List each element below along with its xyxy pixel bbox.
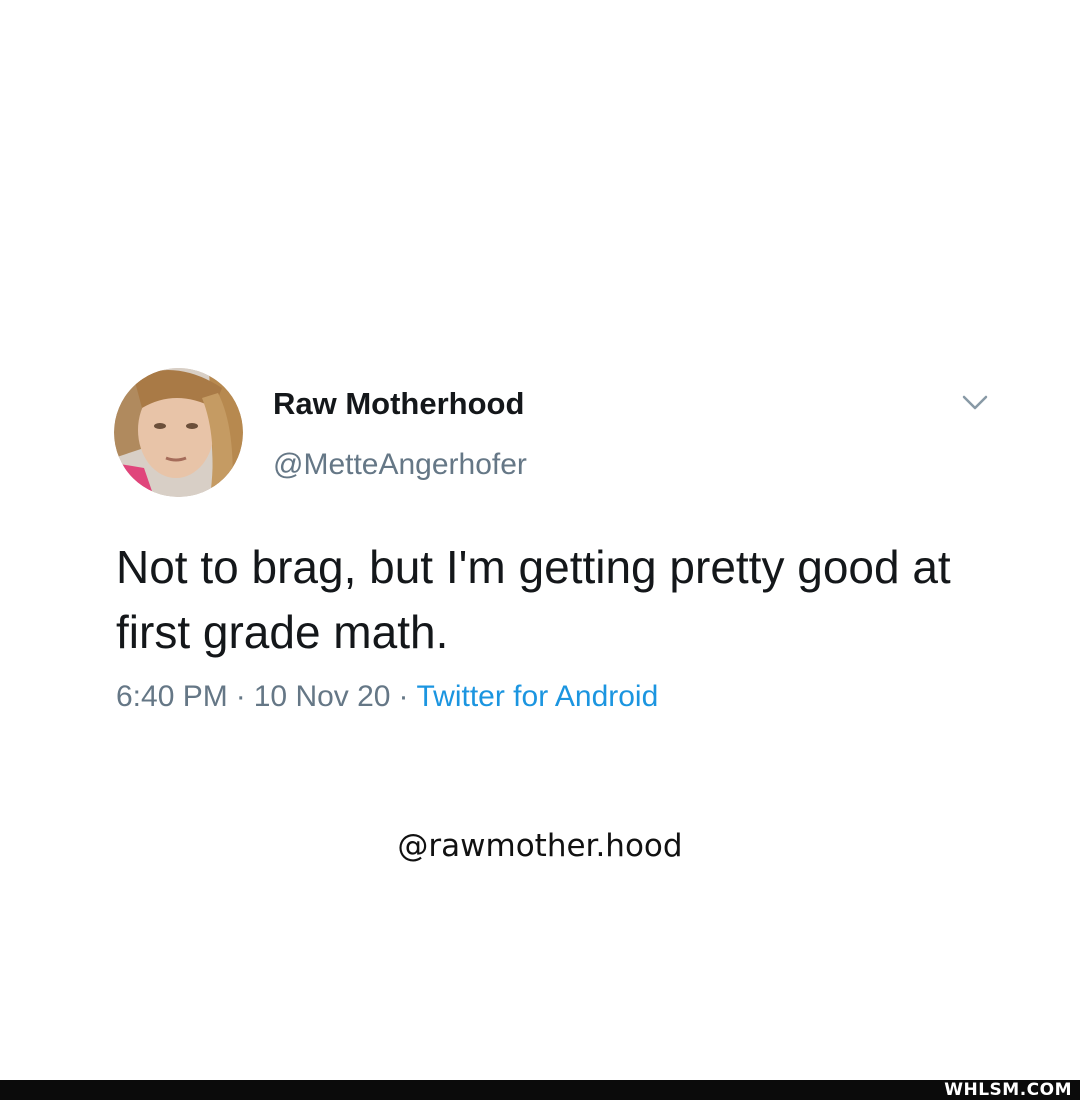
avatar[interactable] xyxy=(114,368,243,497)
tweet-meta: 6:40 PM · 10 Nov 20 · Twitter for Android xyxy=(116,677,658,717)
chevron-down-icon[interactable] xyxy=(960,390,990,416)
display-name[interactable]: Raw Motherhood xyxy=(273,386,524,422)
user-handle[interactable]: @MetteAngerhofer xyxy=(273,447,527,483)
tweet-card: Raw Motherhood @MetteAngerhofer Not to b… xyxy=(0,0,1080,1080)
tweet-text: Not to brag, but I'm getting pretty good… xyxy=(116,541,951,658)
tweet-date[interactable]: 10 Nov 20 xyxy=(254,680,391,713)
watermark-handle: @rawmother.hood xyxy=(397,828,683,864)
footer-brand: WHLSM.COM xyxy=(944,1080,1072,1100)
meta-separator: · xyxy=(235,680,246,713)
tweet-source-link[interactable]: Twitter for Android xyxy=(417,680,659,713)
tweet-time[interactable]: 6:40 PM xyxy=(116,680,228,713)
footer-bar: WHLSM.COM xyxy=(0,1080,1080,1100)
meta-separator: · xyxy=(398,680,409,713)
